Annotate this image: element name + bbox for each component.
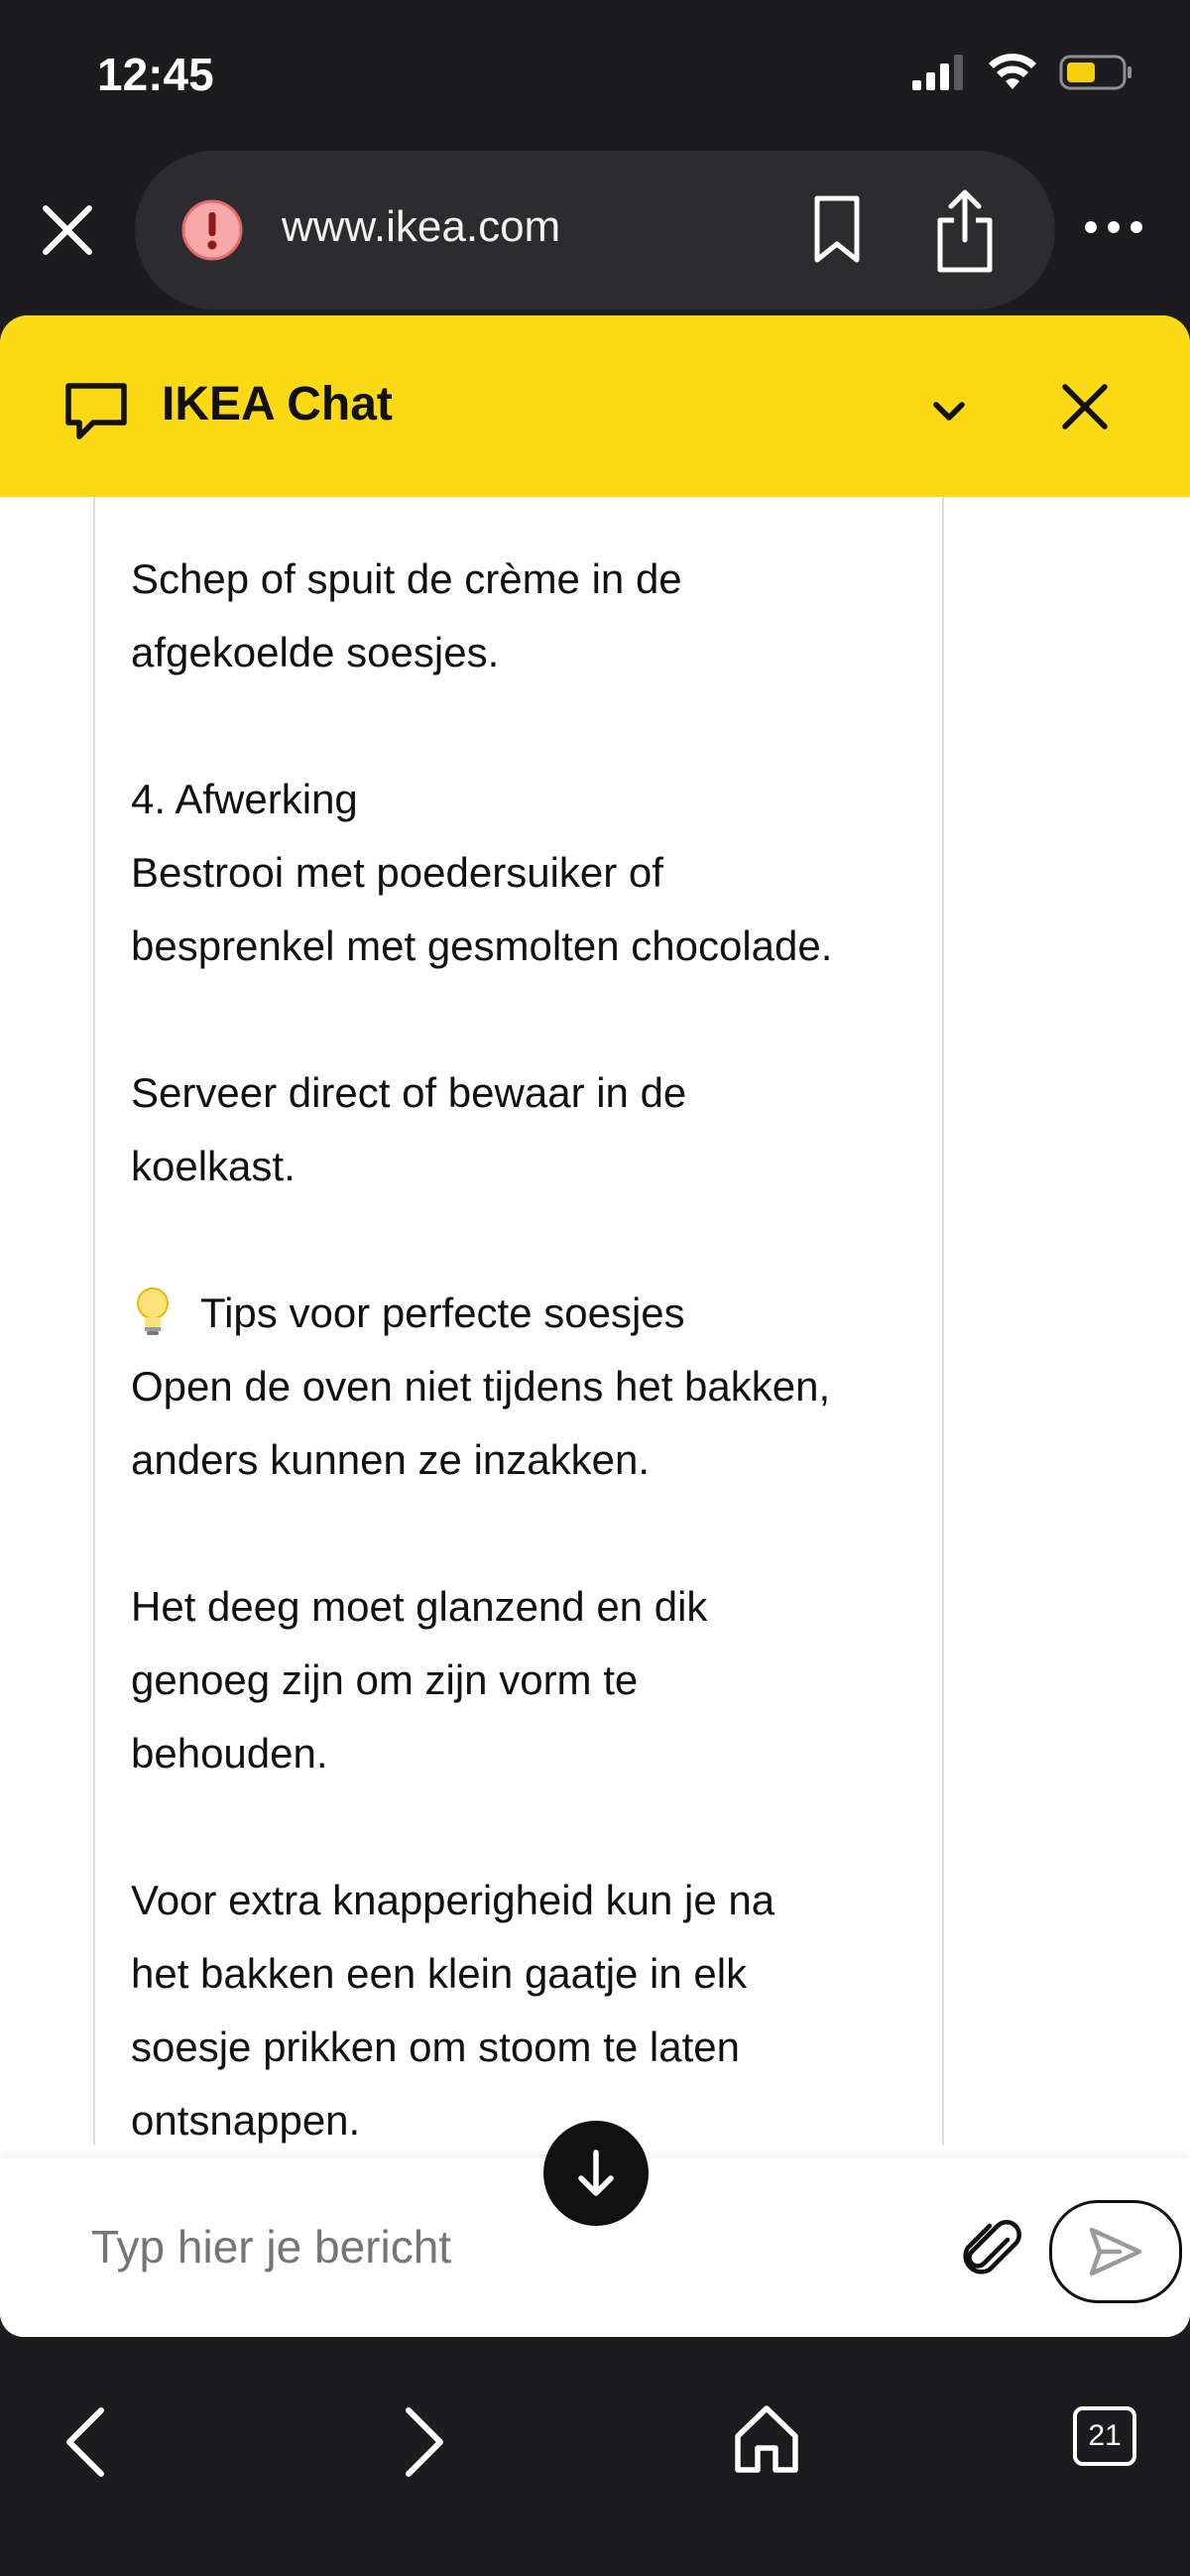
address-bar[interactable]: www.ikea.com [135,151,1055,309]
chevron-down-icon[interactable] [922,385,976,438]
message-input[interactable] [91,2220,904,2273]
message-paragraph: 4. Afwerking Bestrooi met poedersuiker o… [131,763,924,983]
status-time: 12:45 [97,49,214,100]
message-line: Het deeg moet glanzend en dik [131,1583,708,1630]
message-line: 4. Afwerking [131,776,358,822]
message-line: behouden. [131,1730,328,1777]
message-paragraph: Serveer direct of bewaar in de koelkast. [131,1056,924,1203]
close-icon[interactable] [38,200,97,260]
browser-bottom-nav: 21 [0,2337,1190,2576]
back-icon[interactable] [60,2404,113,2480]
send-button[interactable] [1049,2200,1182,2303]
message-paragraph: Tips voor perfecte soesjes Open de oven … [131,1277,924,1497]
status-bar: 12:45 [0,0,1190,149]
more-icon[interactable] [1083,212,1144,242]
message-list[interactable]: Schep of spuit de crème in de afgekoelde… [0,497,1190,2153]
bookmark-icon[interactable] [809,194,865,266]
message-paragraph: Het deeg moet glanzend en dik genoeg zij… [131,1570,924,1790]
message-line: ontsnappen. [131,2097,361,2144]
message-paragraph: Voor extra knapperigheid kun je na het b… [131,1864,924,2157]
lightbulb-icon [137,1288,169,1335]
message-line: Open de oven niet tijdens het bakken, [131,1363,831,1410]
forward-icon[interactable] [397,2404,450,2480]
close-icon[interactable] [1057,379,1113,434]
wifi-icon [989,54,1036,89]
tabs-icon[interactable]: 21 [1073,2406,1136,2466]
browser-toolbar: www.ikea.com [0,149,1190,315]
signal-icon [912,55,963,90]
message-paragraph: Schep of spuit de crème in de afgekoelde… [131,543,924,689]
url-text[interactable]: www.ikea.com [282,202,560,252]
message-line: soesje prikken om stoom te laten [131,2024,740,2070]
tips-heading: Tips voor perfecte soesjes [131,1277,924,1350]
chat-header: IKEA Chat [0,315,1190,497]
message-line: het bakken een klein gaatje in elk [131,1950,748,1997]
message-line: genoeg zijn om zijn vorm te [131,1656,639,1703]
send-icon [1089,2227,1142,2276]
message-line: Serveer direct of bewaar in de [131,1069,687,1116]
paperclip-icon[interactable] [958,2216,1025,2283]
battery-icon [1059,55,1131,90]
message-line: Bestrooi met poedersuiker of [131,849,663,896]
assistant-message: Schep of spuit de crème in de afgekoelde… [93,497,944,2146]
message-line: koelkast. [131,1143,296,1189]
message-line: anders kunnen ze inzakken. [131,1436,651,1483]
message-line: Voor extra knapperigheid kun je na [131,1877,775,1923]
share-icon[interactable] [934,186,996,274]
arrow-down-icon [578,2149,614,2196]
home-icon[interactable] [732,2402,801,2474]
tips-heading-text: Tips voor perfecte soesjes [200,1289,685,1336]
chat-panel: IKEA Chat Schep of spuit de crème in de … [0,315,1190,2337]
chat-bubble-icon [65,383,127,439]
alert-icon[interactable] [180,198,244,262]
message-line: besprenkel met gesmolten chocolade. [131,922,833,969]
message-line: afgekoelde soesjes. [131,629,500,675]
message-text: Schep of spuit de crème in de afgekoelde… [131,543,924,2231]
chat-title: IKEA Chat [162,378,393,430]
status-icons [912,54,1132,91]
message-line: Schep of spuit de crème in de [131,555,682,602]
scroll-to-bottom-button[interactable] [543,2121,649,2226]
